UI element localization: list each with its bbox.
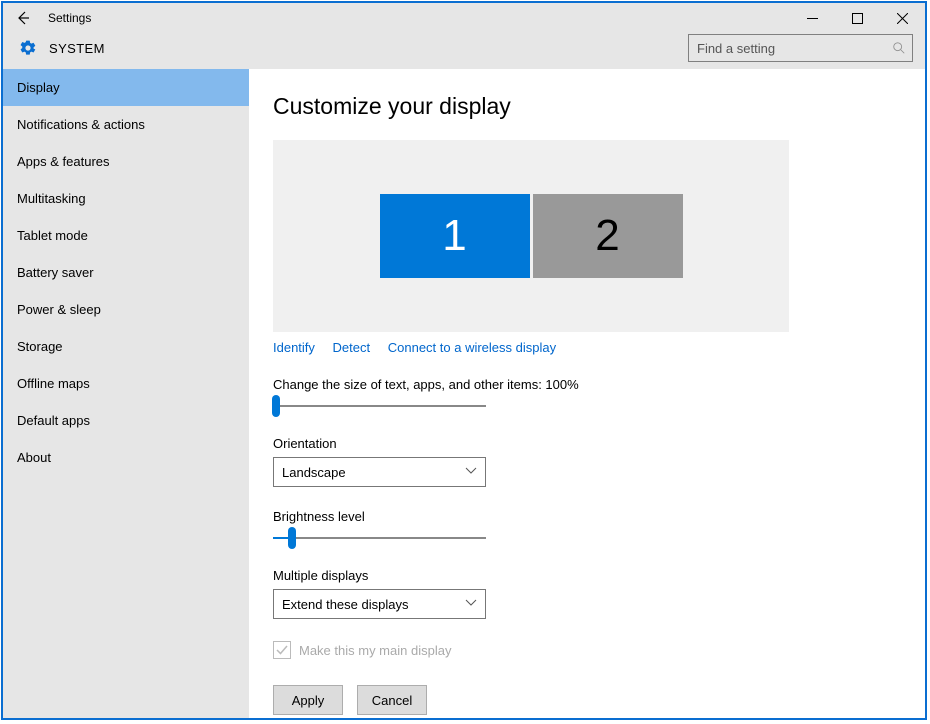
sidebar-item-power-sleep[interactable]: Power & sleep bbox=[3, 291, 249, 328]
orientation-select[interactable]: Landscape bbox=[273, 457, 486, 487]
sidebar-item-about[interactable]: About bbox=[3, 439, 249, 476]
multiple-displays-value: Extend these displays bbox=[282, 597, 408, 612]
body: Display Notifications & actions Apps & f… bbox=[3, 69, 925, 718]
orientation-value: Landscape bbox=[282, 465, 346, 480]
sidebar-item-apps-features[interactable]: Apps & features bbox=[3, 143, 249, 180]
sidebar-item-label: Notifications & actions bbox=[17, 117, 145, 132]
sidebar-item-label: Default apps bbox=[17, 413, 90, 428]
cancel-button[interactable]: Cancel bbox=[357, 685, 427, 715]
minimize-button[interactable] bbox=[790, 3, 835, 33]
window-title: Settings bbox=[48, 11, 91, 25]
brightness-slider[interactable] bbox=[273, 530, 486, 546]
apply-button[interactable]: Apply bbox=[273, 685, 343, 715]
chevron-down-icon bbox=[465, 597, 477, 612]
search-icon bbox=[892, 41, 906, 55]
settings-window: Settings SYSTEM Display bbox=[1, 1, 927, 720]
slider-thumb[interactable] bbox=[288, 527, 296, 549]
sidebar-item-tablet-mode[interactable]: Tablet mode bbox=[3, 217, 249, 254]
button-row: Apply Cancel bbox=[273, 685, 889, 715]
sidebar-item-battery-saver[interactable]: Battery saver bbox=[3, 254, 249, 291]
search-box[interactable] bbox=[688, 34, 913, 62]
slider-thumb[interactable] bbox=[272, 395, 280, 417]
header: SYSTEM bbox=[3, 33, 925, 69]
titlebar: Settings bbox=[3, 3, 925, 33]
window-controls bbox=[790, 3, 925, 33]
gear-icon bbox=[19, 39, 37, 57]
page-title: Customize your display bbox=[273, 93, 889, 120]
sidebar-item-offline-maps[interactable]: Offline maps bbox=[3, 365, 249, 402]
main-display-label: Make this my main display bbox=[299, 643, 451, 658]
sidebar-item-label: Apps & features bbox=[17, 154, 110, 169]
main-display-checkbox: Make this my main display bbox=[273, 641, 889, 659]
sidebar-item-display[interactable]: Display bbox=[3, 69, 249, 106]
header-title: SYSTEM bbox=[49, 41, 105, 56]
close-button[interactable] bbox=[880, 3, 925, 33]
checkbox-icon bbox=[273, 641, 291, 659]
sidebar-item-label: Power & sleep bbox=[17, 302, 101, 317]
sidebar-item-label: Tablet mode bbox=[17, 228, 88, 243]
detect-link[interactable]: Detect bbox=[333, 340, 371, 355]
sidebar-item-storage[interactable]: Storage bbox=[3, 328, 249, 365]
chevron-down-icon bbox=[465, 465, 477, 480]
monitor-preview[interactable]: 1 2 bbox=[273, 140, 789, 332]
scale-slider[interactable] bbox=[273, 398, 486, 414]
orientation-label: Orientation bbox=[273, 436, 889, 451]
sidebar-item-label: Offline maps bbox=[17, 376, 90, 391]
sidebar: Display Notifications & actions Apps & f… bbox=[3, 69, 249, 718]
back-button[interactable] bbox=[13, 8, 33, 28]
wireless-display-link[interactable]: Connect to a wireless display bbox=[388, 340, 556, 355]
main-content: Customize your display 1 2 Identify Dete… bbox=[249, 69, 925, 718]
monitor-2[interactable]: 2 bbox=[533, 194, 683, 278]
multiple-displays-label: Multiple displays bbox=[273, 568, 889, 583]
multiple-displays-select[interactable]: Extend these displays bbox=[273, 589, 486, 619]
sidebar-item-notifications[interactable]: Notifications & actions bbox=[3, 106, 249, 143]
sidebar-item-multitasking[interactable]: Multitasking bbox=[3, 180, 249, 217]
sidebar-item-label: Battery saver bbox=[17, 265, 94, 280]
identify-link[interactable]: Identify bbox=[273, 340, 315, 355]
sidebar-item-label: About bbox=[17, 450, 51, 465]
sidebar-item-label: Display bbox=[17, 80, 60, 95]
search-input[interactable] bbox=[695, 40, 892, 57]
display-links: Identify Detect Connect to a wireless di… bbox=[273, 340, 889, 355]
scale-label: Change the size of text, apps, and other… bbox=[273, 377, 889, 392]
sidebar-item-default-apps[interactable]: Default apps bbox=[3, 402, 249, 439]
sidebar-item-label: Storage bbox=[17, 339, 63, 354]
brightness-label: Brightness level bbox=[273, 509, 889, 524]
maximize-button[interactable] bbox=[835, 3, 880, 33]
sidebar-item-label: Multitasking bbox=[17, 191, 86, 206]
monitor-1[interactable]: 1 bbox=[380, 194, 530, 278]
